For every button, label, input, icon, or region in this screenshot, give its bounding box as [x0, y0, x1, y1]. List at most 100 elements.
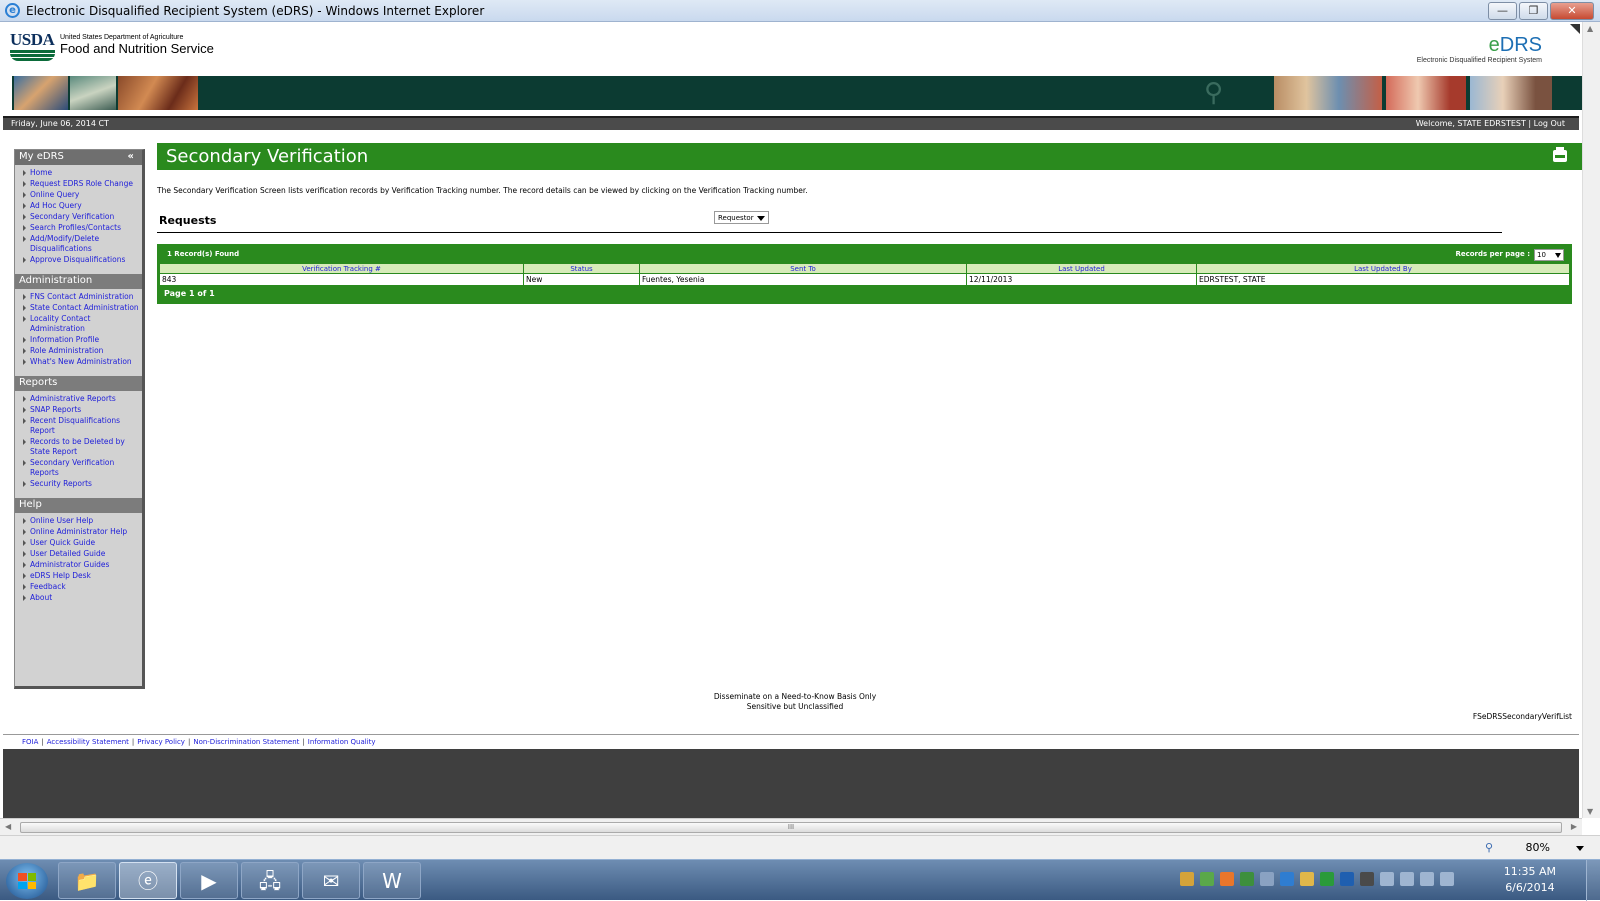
- minimize-button[interactable]: —: [1488, 2, 1517, 20]
- sidebar-item-online-admin-help[interactable]: Online Administrator Help: [21, 527, 142, 537]
- sidebar-item-feedback[interactable]: Feedback: [21, 582, 142, 592]
- sent-to-cell: Fuentes, Yesenia: [639, 273, 967, 286]
- taskbar-internet-explorer-icon[interactable]: ⓔ: [119, 862, 177, 899]
- current-date: Friday, June 06, 2014 CT: [11, 119, 109, 128]
- classification-line-1: Disseminate on a Need-to-Know Basis Only: [713, 692, 877, 701]
- tray-refresh-icon[interactable]: [1320, 872, 1334, 886]
- system-tray: 11:35 AM 6/6/2014: [1150, 860, 1600, 901]
- sidebar-item-snap-reports[interactable]: SNAP Reports: [21, 405, 142, 415]
- scroll-right-icon[interactable]: ▶: [1571, 822, 1577, 831]
- usda-logo[interactable]: USDA: [10, 30, 55, 63]
- sidebar-item-about[interactable]: About: [21, 593, 142, 603]
- print-icon[interactable]: [1553, 147, 1567, 162]
- tray-usb-icon[interactable]: [1400, 872, 1414, 886]
- sidebar-item-recent-disqualifications-report[interactable]: Recent Disqualifications Report: [21, 416, 142, 436]
- sidebar-item-administrator-guides[interactable]: Administrator Guides: [21, 560, 142, 570]
- restore-button[interactable]: ❐: [1519, 2, 1548, 20]
- last-updated-cell: 12/11/2013: [966, 273, 1197, 286]
- sidebar-item-security-reports[interactable]: Security Reports: [21, 479, 142, 489]
- zoom-dropdown-icon[interactable]: [1576, 846, 1584, 851]
- sidebar-item-search-profiles[interactable]: Search Profiles/Contacts: [21, 223, 142, 233]
- footer-link-accessibility[interactable]: Accessibility Statement: [47, 738, 129, 746]
- page-title-bar: Secondary Verification: [157, 143, 1582, 170]
- tray-orange-app-icon[interactable]: [1220, 872, 1234, 886]
- sidebar-item-secondary-verification[interactable]: Secondary Verification: [21, 212, 142, 222]
- horizontal-scroll-thumb[interactable]: III: [20, 822, 1562, 833]
- scroll-left-icon[interactable]: ◀: [5, 822, 11, 831]
- tray-green-app-icon[interactable]: [1240, 872, 1254, 886]
- sidebar-item-home[interactable]: Home: [21, 168, 142, 178]
- classification-notice: Disseminate on a Need-to-Know Basis Only…: [0, 692, 1582, 712]
- zoom-level[interactable]: 80%: [1526, 841, 1550, 854]
- sidebar-item-fns-contact-admin[interactable]: FNS Contact Administration: [21, 292, 142, 302]
- tray-flag-icon[interactable]: [1380, 872, 1394, 886]
- column-header-sent-to[interactable]: Sent To: [639, 263, 967, 274]
- table-row: 843 New Fuentes, Yesenia 12/11/2013 EDRS…: [159, 273, 1570, 286]
- sidebar-item-user-detailed-guide[interactable]: User Detailed Guide: [21, 549, 142, 559]
- sidebar-item-information-profile[interactable]: Information Profile: [21, 335, 142, 345]
- sidebar-item-locality-contact-admin[interactable]: Locality Contact Administration: [21, 314, 142, 334]
- footer-link-non-discrimination[interactable]: Non-Discrimination Statement: [193, 738, 299, 746]
- edrs-logo-e: e: [1488, 34, 1500, 56]
- sidebar-item-records-to-be-deleted[interactable]: Records to be Deleted by State Report: [21, 437, 142, 457]
- sidebar-item-administrative-reports[interactable]: Administrative Reports: [21, 394, 142, 404]
- collapse-sidebar-icon[interactable]: «: [128, 151, 134, 162]
- requests-header: Requests Requestor: [157, 211, 1502, 233]
- chevron-down-icon: [1555, 253, 1561, 258]
- sidebar-list-my-edrs: Home Request EDRS Role Change Online Que…: [15, 165, 142, 274]
- sidebar-item-secondary-verification-reports[interactable]: Secondary Verification Reports: [21, 458, 142, 478]
- show-desktop-button[interactable]: [1586, 860, 1600, 901]
- tracking-number-link[interactable]: 843: [159, 273, 524, 286]
- banner-silhouette-icon: ⚲: [1204, 78, 1224, 108]
- taskbar-media-player-icon[interactable]: ▶: [180, 862, 238, 899]
- sidebar-item-approve-disqualifications[interactable]: Approve Disqualifications: [21, 255, 142, 265]
- sidebar-item-role-admin[interactable]: Role Administration: [21, 346, 142, 356]
- records-per-page-select[interactable]: 10: [1534, 249, 1564, 261]
- horizontal-scrollbar[interactable]: ◀ III ▶: [0, 818, 1582, 835]
- scroll-down-icon[interactable]: ▼: [1587, 807, 1593, 816]
- department-name: United States Department of Agriculture: [60, 34, 184, 41]
- taskbar-word-icon[interactable]: W: [363, 862, 421, 899]
- requests-type-select[interactable]: Requestor: [714, 211, 769, 224]
- tray-volume-icon[interactable]: [1440, 872, 1454, 886]
- tray-bluetooth-icon[interactable]: [1340, 872, 1354, 886]
- windows-logo-icon: [18, 873, 36, 889]
- footer-link-foia[interactable]: FOIA: [22, 738, 38, 746]
- sidebar-item-state-contact-admin[interactable]: State Contact Administration: [21, 303, 142, 313]
- taskbar-network-icon[interactable]: 🖧: [241, 862, 299, 899]
- windows-taskbar: 📁 ⓔ ▶ 🖧 ✉ W 11:35 AM 6/6/2014: [0, 859, 1600, 901]
- banner-photo-4: [1274, 76, 1382, 110]
- tray-display-icon[interactable]: [1360, 872, 1374, 886]
- footer-link-information-quality[interactable]: Information Quality: [308, 738, 376, 746]
- column-header-status[interactable]: Status: [523, 263, 640, 274]
- sidebar-item-online-user-help[interactable]: Online User Help: [21, 516, 142, 526]
- logout-link[interactable]: Log Out: [1534, 119, 1565, 128]
- sidebar-item-online-query[interactable]: Online Query: [21, 190, 142, 200]
- column-header-tracking[interactable]: Verification Tracking #: [159, 263, 524, 274]
- tray-people-icon[interactable]: [1180, 872, 1194, 886]
- tray-shield-icon[interactable]: [1200, 872, 1214, 886]
- vertical-scrollbar[interactable]: ▲ ▼: [1582, 22, 1600, 818]
- close-button[interactable]: ✕: [1550, 2, 1594, 20]
- tray-sync-icon[interactable]: [1280, 872, 1294, 886]
- sidebar-item-ad-hoc-query[interactable]: Ad Hoc Query: [21, 201, 142, 211]
- requests-label: Requests: [159, 214, 217, 227]
- sidebar-item-add-modify-delete[interactable]: Add/Modify/Delete Disqualifications: [21, 234, 142, 254]
- sidebar-item-user-quick-guide[interactable]: User Quick Guide: [21, 538, 142, 548]
- sidebar-item-whats-new-admin[interactable]: What's New Administration: [21, 357, 142, 367]
- sidebar-item-request-role-change[interactable]: Request EDRS Role Change: [21, 179, 142, 189]
- start-button[interactable]: [6, 863, 48, 899]
- taskbar-outlook-icon[interactable]: ✉: [302, 862, 360, 899]
- system-clock[interactable]: 11:35 AM 6/6/2014: [1504, 864, 1556, 896]
- tray-computer-icon[interactable]: [1260, 872, 1274, 886]
- column-header-last-updated[interactable]: Last Updated: [966, 263, 1197, 274]
- table-header-row: Verification Tracking # Status Sent To L…: [159, 263, 1570, 274]
- sidebar-item-help-desk[interactable]: eDRS Help Desk: [21, 571, 142, 581]
- column-header-last-updated-by[interactable]: Last Updated By: [1196, 263, 1570, 274]
- footer-link-privacy[interactable]: Privacy Policy: [137, 738, 185, 746]
- scroll-up-icon[interactable]: ▲: [1587, 24, 1593, 33]
- taskbar-explorer-icon[interactable]: 📁: [58, 862, 116, 899]
- tray-signal-icon[interactable]: [1420, 872, 1434, 886]
- tray-yellow-app-icon[interactable]: [1300, 872, 1314, 886]
- banner-photo-5: [1386, 76, 1466, 110]
